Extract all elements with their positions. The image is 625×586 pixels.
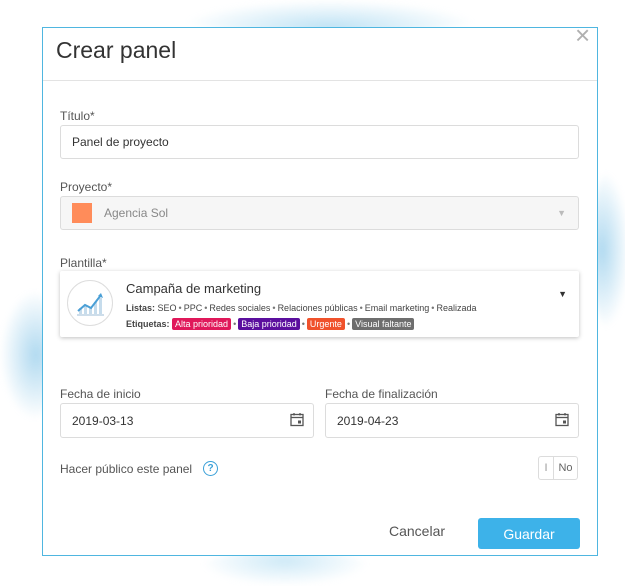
start-date-value: 2019-03-13 — [72, 413, 134, 428]
end-date-label: Fecha de finalización — [325, 387, 438, 401]
separator-dot: • — [272, 303, 276, 313]
title-label: Título* — [60, 109, 95, 123]
dialog-title: Crear panel — [56, 37, 177, 63]
start-date-input[interactable]: 2019-03-13 — [60, 403, 314, 438]
chevron-down-icon: ▼ — [558, 289, 567, 299]
template-lists: Listas: SEO • PPC • Redes sociales • Relacione… — [126, 303, 476, 313]
calendar-icon[interactable] — [290, 412, 304, 429]
title-input[interactable]: Panel de proyecto — [60, 125, 579, 159]
template-list-item: Relaciones públicas — [277, 303, 358, 313]
separator-dot: • — [301, 319, 305, 329]
project-label: Proyecto* — [60, 180, 113, 194]
calendar-icon[interactable] — [555, 412, 569, 429]
project-color-swatch — [72, 203, 92, 223]
template-name: Campaña de marketing — [126, 281, 262, 296]
template-tag-badge: Urgente — [306, 318, 345, 330]
help-icon[interactable]: ? — [203, 461, 218, 476]
separator-dot: • — [431, 303, 435, 313]
template-list-item: SEO — [157, 303, 177, 313]
template-list-item: PPC — [183, 303, 203, 313]
separator-dot: • — [359, 303, 363, 313]
start-date-label: Fecha de inicio — [60, 387, 141, 401]
cancel-button[interactable]: Cancelar — [389, 523, 445, 539]
create-panel-dialog: Crear panel × Título* Panel de proyecto … — [42, 22, 598, 556]
template-tags: Etiquetas: Alta prioridad • Baja prioridad… — [126, 318, 415, 330]
separator-dot: • — [346, 319, 351, 329]
close-icon[interactable]: × — [575, 22, 590, 48]
toggle-off-label: No — [558, 462, 573, 474]
separator-dot: • — [178, 303, 182, 313]
template-list-item: Redes sociales — [209, 303, 271, 313]
chevron-down-icon: ▼ — [557, 208, 566, 218]
project-select[interactable]: Agencia Sol ▼ — [60, 196, 579, 230]
end-date-value: 2019-04-23 — [337, 413, 399, 428]
tags-label: Etiquetas: — [126, 319, 170, 329]
template-select[interactable]: Campaña de marketing Listas: SEO • PPC • Red… — [60, 271, 579, 337]
toggle-on-label: I — [539, 457, 554, 479]
end-date-input[interactable]: 2019-04-23 — [325, 403, 579, 438]
project-select-value: Agencia Sol — [104, 206, 169, 220]
public-toggle[interactable]: I No — [538, 456, 578, 480]
lists-label: Listas: — [126, 303, 156, 313]
template-tag-badge: Alta prioridad — [172, 318, 232, 330]
template-list-item: Email marketing — [364, 303, 430, 313]
save-button[interactable]: Guardar — [478, 518, 580, 549]
template-tag-badge: Visual faltante — [352, 318, 415, 330]
separator-dot: • — [204, 303, 208, 313]
title-divider — [43, 80, 597, 81]
chart-icon — [67, 280, 113, 326]
template-tag-badge: Baja prioridad — [238, 318, 300, 330]
template-list-item: Realizada — [436, 303, 477, 313]
title-input-value: Panel de proyecto — [72, 135, 169, 149]
template-label: Plantilla* — [60, 256, 107, 270]
separator-dot: • — [233, 319, 237, 329]
public-label: Hacer público este panel — [60, 462, 193, 476]
